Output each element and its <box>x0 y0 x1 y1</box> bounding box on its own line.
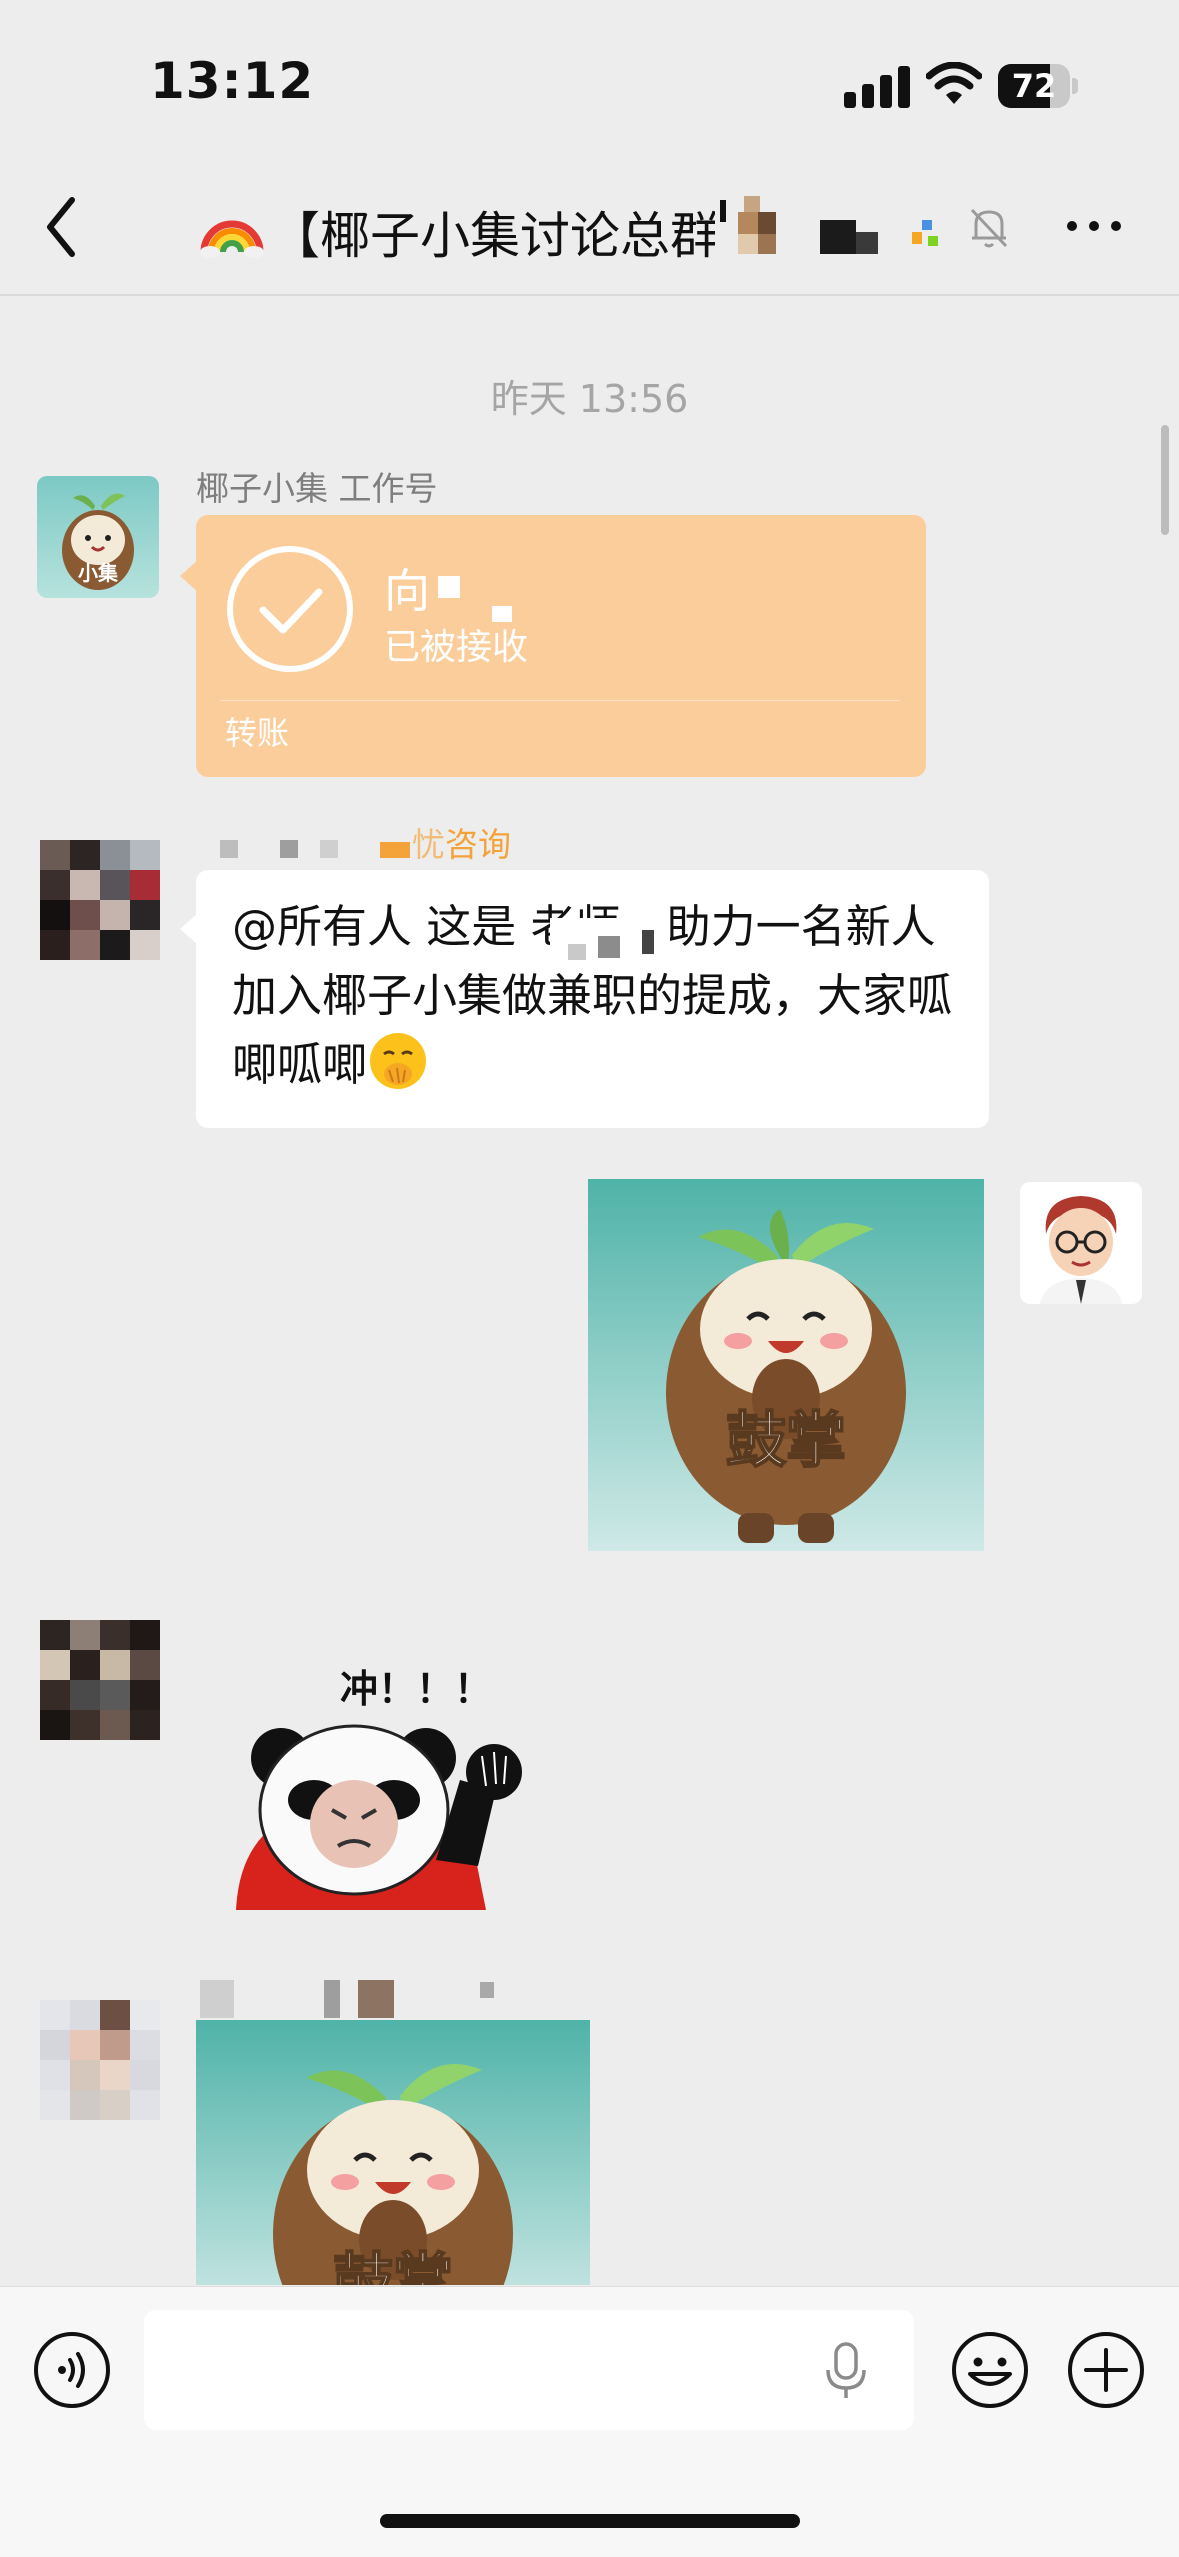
coconut-mascot-icon: 小集 <box>62 493 134 590</box>
sticker-caption: 冲！！！ <box>340 1667 492 1711</box>
clap-sticker[interactable]: 鼓掌 <box>588 1179 984 1551</box>
battery-percent: 72 <box>1011 67 1057 105</box>
status-time: 13:12 <box>150 52 315 110</box>
home-indicator[interactable] <box>380 2514 800 2528</box>
sender-name: 椰子小集 工作号 <box>196 469 438 508</box>
avatar[interactable]: 小集 <box>37 476 159 598</box>
avatar[interactable] <box>40 2000 160 2120</box>
sticker-caption: 鼓掌 <box>726 1406 846 1476</box>
shushing-face-icon <box>370 1033 427 1089</box>
sender-tag: 忧咨询 <box>412 825 511 864</box>
wifi-icon <box>926 62 982 104</box>
more-options-icon[interactable] <box>1064 214 1124 238</box>
mute-bell-icon <box>970 208 1008 248</box>
transfer-label: 转账 <box>225 714 290 752</box>
avatar[interactable] <box>40 1620 160 1740</box>
message-input[interactable] <box>144 2310 914 2430</box>
battery-indicator: 72 <box>998 64 1078 108</box>
sticker-caption: 鼓掌 <box>333 2247 453 2285</box>
my-avatar[interactable] <box>1020 1182 1142 1304</box>
rainbow-icon <box>200 220 264 258</box>
avatar[interactable] <box>40 840 160 960</box>
cartoon-doctor-icon <box>1040 1196 1122 1304</box>
panda-meme-sticker[interactable]: 冲！！！ <box>226 1660 566 1910</box>
scrollbar[interactable] <box>1161 425 1169 535</box>
redacted-title-pixels <box>716 196 946 262</box>
back-arrow-icon[interactable] <box>40 194 86 260</box>
emoji-button-icon[interactable] <box>950 2330 1030 2410</box>
plus-more-icon[interactable] <box>1066 2330 1146 2410</box>
chat-title[interactable]: 【椰子小集讨论总群 <box>270 196 715 268</box>
redacted-sender <box>196 1978 516 2022</box>
voice-toggle-icon[interactable] <box>32 2330 112 2410</box>
avatar-label: 小集 <box>78 561 119 585</box>
transfer-status: 已被接收 <box>384 627 529 668</box>
check-circle-icon <box>227 546 353 672</box>
cellular-signal-icon <box>844 66 910 108</box>
message-timestamp: 昨天 13:56 <box>490 377 689 421</box>
microphone-icon[interactable] <box>824 2342 868 2400</box>
clap-sticker-repost[interactable]: 鼓掌 <box>196 2020 590 2285</box>
